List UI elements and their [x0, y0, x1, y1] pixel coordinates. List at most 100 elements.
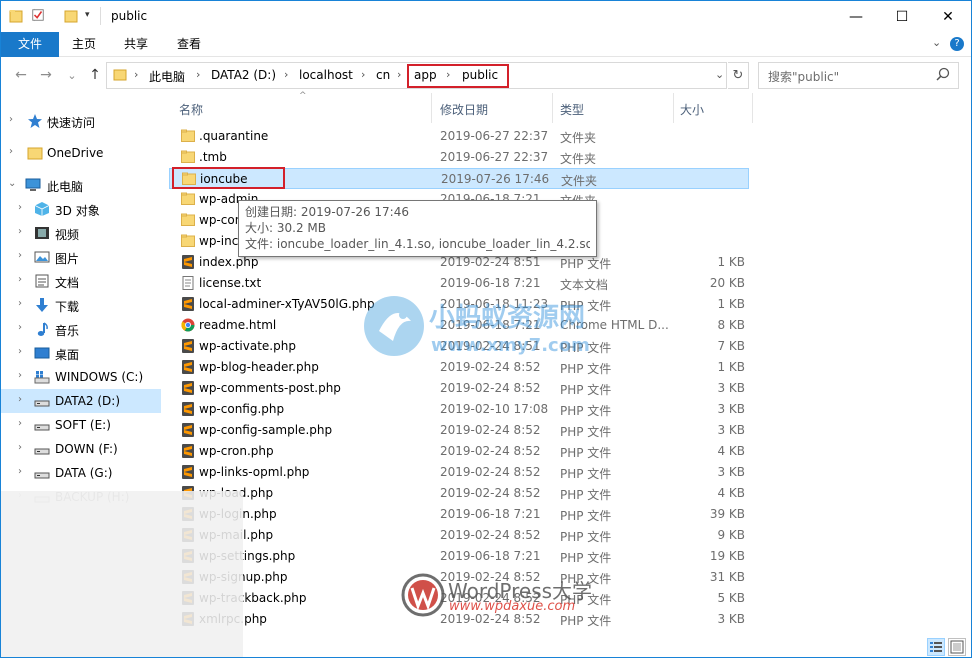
refresh-button[interactable]: ↻ — [728, 62, 749, 89]
new-folder-icon[interactable] — [64, 8, 78, 24]
file-name: license.txt — [199, 276, 262, 290]
chevron-right-icon[interactable]: › — [18, 226, 22, 237]
large-icons-view-button[interactable] — [948, 638, 966, 656]
properties-checkbox-icon[interactable] — [31, 7, 45, 23]
chevron-right-icon[interactable]: › — [9, 114, 13, 125]
minimize-button[interactable]: — — [833, 1, 879, 32]
tab-home[interactable]: 主页 — [63, 32, 105, 57]
nav-item-drive-c[interactable]: › WINDOWS (C:) — [1, 365, 161, 389]
nav-item-drive-e[interactable]: › SOFT (E:) — [1, 413, 161, 437]
computer-icon — [25, 178, 41, 191]
nav-item-documents[interactable]: › 文档 — [1, 269, 161, 293]
recent-locations-button[interactable]: ⌄ — [62, 65, 82, 85]
file-row[interactable]: license.txt 2019-06-18 7:21 文本文档 20 KB — [169, 273, 749, 294]
expand-ribbon-icon[interactable]: ⌄ — [932, 36, 941, 49]
file-row[interactable]: wp-signup.php 2019-02-24 8:52 PHP 文件 31 KB — [169, 567, 749, 588]
nav-item-quick-access[interactable]: › 快速访问 — [1, 109, 161, 133]
file-row[interactable]: wp-trackback.php 2019-02-24 8:52 PHP 文件 5 K… — [169, 588, 749, 609]
chevron-right-icon[interactable]: › — [18, 346, 22, 357]
nav-item-drive-d[interactable]: › DATA2 (D:) — [1, 389, 161, 413]
folder-info-tooltip: 创建日期: 2019-07-26 17:46 大小: 30.2 MB 文件: i… — [238, 200, 597, 257]
search-box[interactable]: 搜索"public" — [758, 62, 959, 89]
search-input[interactable]: 搜索"public" — [768, 68, 839, 85]
file-row[interactable]: wp-comments-post.php 2019-02-24 8:52 PHP 文… — [169, 378, 749, 399]
chevron-right-icon[interactable]: › — [18, 202, 22, 213]
file-row[interactable]: wp-links-opml.php 2019-02-24 8:52 PHP 文件 3 … — [169, 462, 749, 483]
chevron-down-icon[interactable]: ⌄ — [8, 178, 16, 189]
nav-item-3d-objects[interactable]: › 3D 对象 — [1, 197, 161, 221]
details-view-button[interactable] — [927, 638, 945, 656]
column-header-type[interactable]: 类型 — [552, 93, 673, 123]
breadcrumb-localhost[interactable]: localhost — [299, 68, 353, 82]
file-row[interactable]: wp-login.php 2019-06-18 7:21 PHP 文件 39 KB — [169, 504, 749, 525]
folder-icon — [181, 129, 195, 142]
tab-share[interactable]: 共享 — [115, 32, 157, 57]
picture-icon — [34, 251, 50, 263]
breadcrumb-cn[interactable]: cn — [376, 68, 390, 82]
nav-item-onedrive[interactable]: › OneDrive — [1, 141, 161, 165]
maximize-button[interactable]: ☐ — [879, 1, 925, 32]
nav-item-drive-f[interactable]: › DOWN (F:) — [1, 437, 161, 461]
file-row[interactable]: .tmb 2019-06-27 22:37 文件夹 — [169, 147, 749, 168]
customize-quick-access-icon[interactable]: ▾ — [85, 10, 90, 20]
nav-item-desktop[interactable]: › 桌面 — [1, 341, 161, 365]
breadcrumb-separator[interactable]: › — [361, 68, 365, 81]
back-button[interactable]: ← — [11, 65, 31, 85]
star-icon — [28, 114, 42, 128]
help-icon[interactable]: ? — [950, 37, 964, 51]
file-row[interactable]: wp-mail.php 2019-02-24 8:52 PHP 文件 9 KB — [169, 525, 749, 546]
breadcrumb-separator[interactable]: › — [196, 68, 200, 81]
nav-item-videos[interactable]: › 视频 — [1, 221, 161, 245]
chevron-right-icon[interactable]: › — [18, 322, 22, 333]
breadcrumb-this-pc[interactable]: 此电脑 — [149, 68, 185, 85]
file-row[interactable]: readme.html 2019-06-18 7:21 Chrome HTML D.… — [169, 315, 749, 336]
file-modified: 2019-02-24 8:52 — [440, 381, 541, 395]
chevron-right-icon[interactable]: › — [18, 394, 22, 405]
forward-button[interactable]: → — [36, 65, 56, 85]
tooltip-files: 文件: ioncube_loader_lin_4.1.so, ioncube_l… — [245, 237, 590, 251]
column-header-size[interactable]: 大小 — [673, 93, 753, 123]
file-row[interactable]: wp-load.php 2019-02-24 8:52 PHP 文件 4 KB — [169, 483, 749, 504]
nav-item-drive-g[interactable]: › DATA (G:) — [1, 461, 161, 485]
nav-item-pictures[interactable]: › 图片 — [1, 245, 161, 269]
nav-item-this-pc[interactable]: ⌄ 此电脑 — [1, 173, 161, 197]
column-header-modified[interactable]: 修改日期 — [431, 93, 552, 123]
breadcrumb-data2[interactable]: DATA2 (D:) — [211, 68, 276, 82]
file-name: wp-links-opml.php — [199, 465, 310, 479]
nav-item-downloads[interactable]: › 下载 — [1, 293, 161, 317]
up-button[interactable]: ↑ — [85, 65, 105, 85]
chevron-right-icon[interactable]: › — [18, 466, 22, 477]
file-size: 4 KB — [717, 486, 745, 500]
address-dropdown-icon[interactable]: ⌄ — [715, 68, 724, 81]
file-row[interactable]: .quarantine 2019-06-27 22:37 文件夹 — [169, 126, 749, 147]
sublime-file-icon — [182, 423, 194, 437]
file-row[interactable]: wp-config.php 2019-02-10 17:08 PHP 文件 3 KB — [169, 399, 749, 420]
file-row[interactable]: wp-settings.php 2019-06-18 7:21 PHP 文件 19 K… — [169, 546, 749, 567]
tab-view[interactable]: 查看 — [168, 32, 210, 57]
column-header-name[interactable]: ^ 名称 — [169, 91, 431, 123]
file-row[interactable]: local-adminer-xTyAV50lG.php 2019-06-18 11… — [169, 294, 749, 315]
chevron-right-icon[interactable]: › — [18, 298, 22, 309]
tab-file[interactable]: 文件 — [1, 32, 59, 57]
file-row[interactable]: wp-cron.php 2019-02-24 8:52 PHP 文件 4 KB — [169, 441, 749, 462]
file-row[interactable]: wp-config-sample.php 2019-02-24 8:52 PHP 文… — [169, 420, 749, 441]
file-modified: 2019-02-24 8:52 — [440, 360, 541, 374]
chevron-right-icon[interactable]: › — [18, 490, 22, 501]
chevron-right-icon[interactable]: › — [18, 418, 22, 429]
chevron-right-icon[interactable]: › — [9, 146, 13, 157]
chevron-right-icon[interactable]: › — [18, 250, 22, 261]
nav-item-music[interactable]: › 音乐 — [1, 317, 161, 341]
folder-icon — [181, 192, 195, 205]
nav-item-drive-h[interactable]: › BACKUP (H:) — [1, 485, 161, 509]
close-button[interactable]: ✕ — [925, 1, 971, 32]
chevron-right-icon[interactable]: › — [18, 370, 22, 381]
chevron-right-icon[interactable]: › — [18, 442, 22, 453]
address-bar[interactable]: › 此电脑 › DATA2 (D:) › localhost › cn › ap… — [106, 62, 727, 89]
file-row[interactable]: wp-activate.php 2019-02-24 8:51 PHP 文件 7 KB — [169, 336, 749, 357]
file-row[interactable]: wp-blog-header.php 2019-02-24 8:52 PHP 文件 1… — [169, 357, 749, 378]
chevron-right-icon[interactable]: › — [18, 274, 22, 285]
breadcrumb-separator[interactable]: › — [134, 68, 138, 81]
breadcrumb-separator[interactable]: › — [397, 68, 401, 81]
breadcrumb-separator[interactable]: › — [284, 68, 288, 81]
file-row[interactable]: xmlrpc.php 2019-02-24 8:52 PHP 文件 3 KB — [169, 609, 749, 630]
